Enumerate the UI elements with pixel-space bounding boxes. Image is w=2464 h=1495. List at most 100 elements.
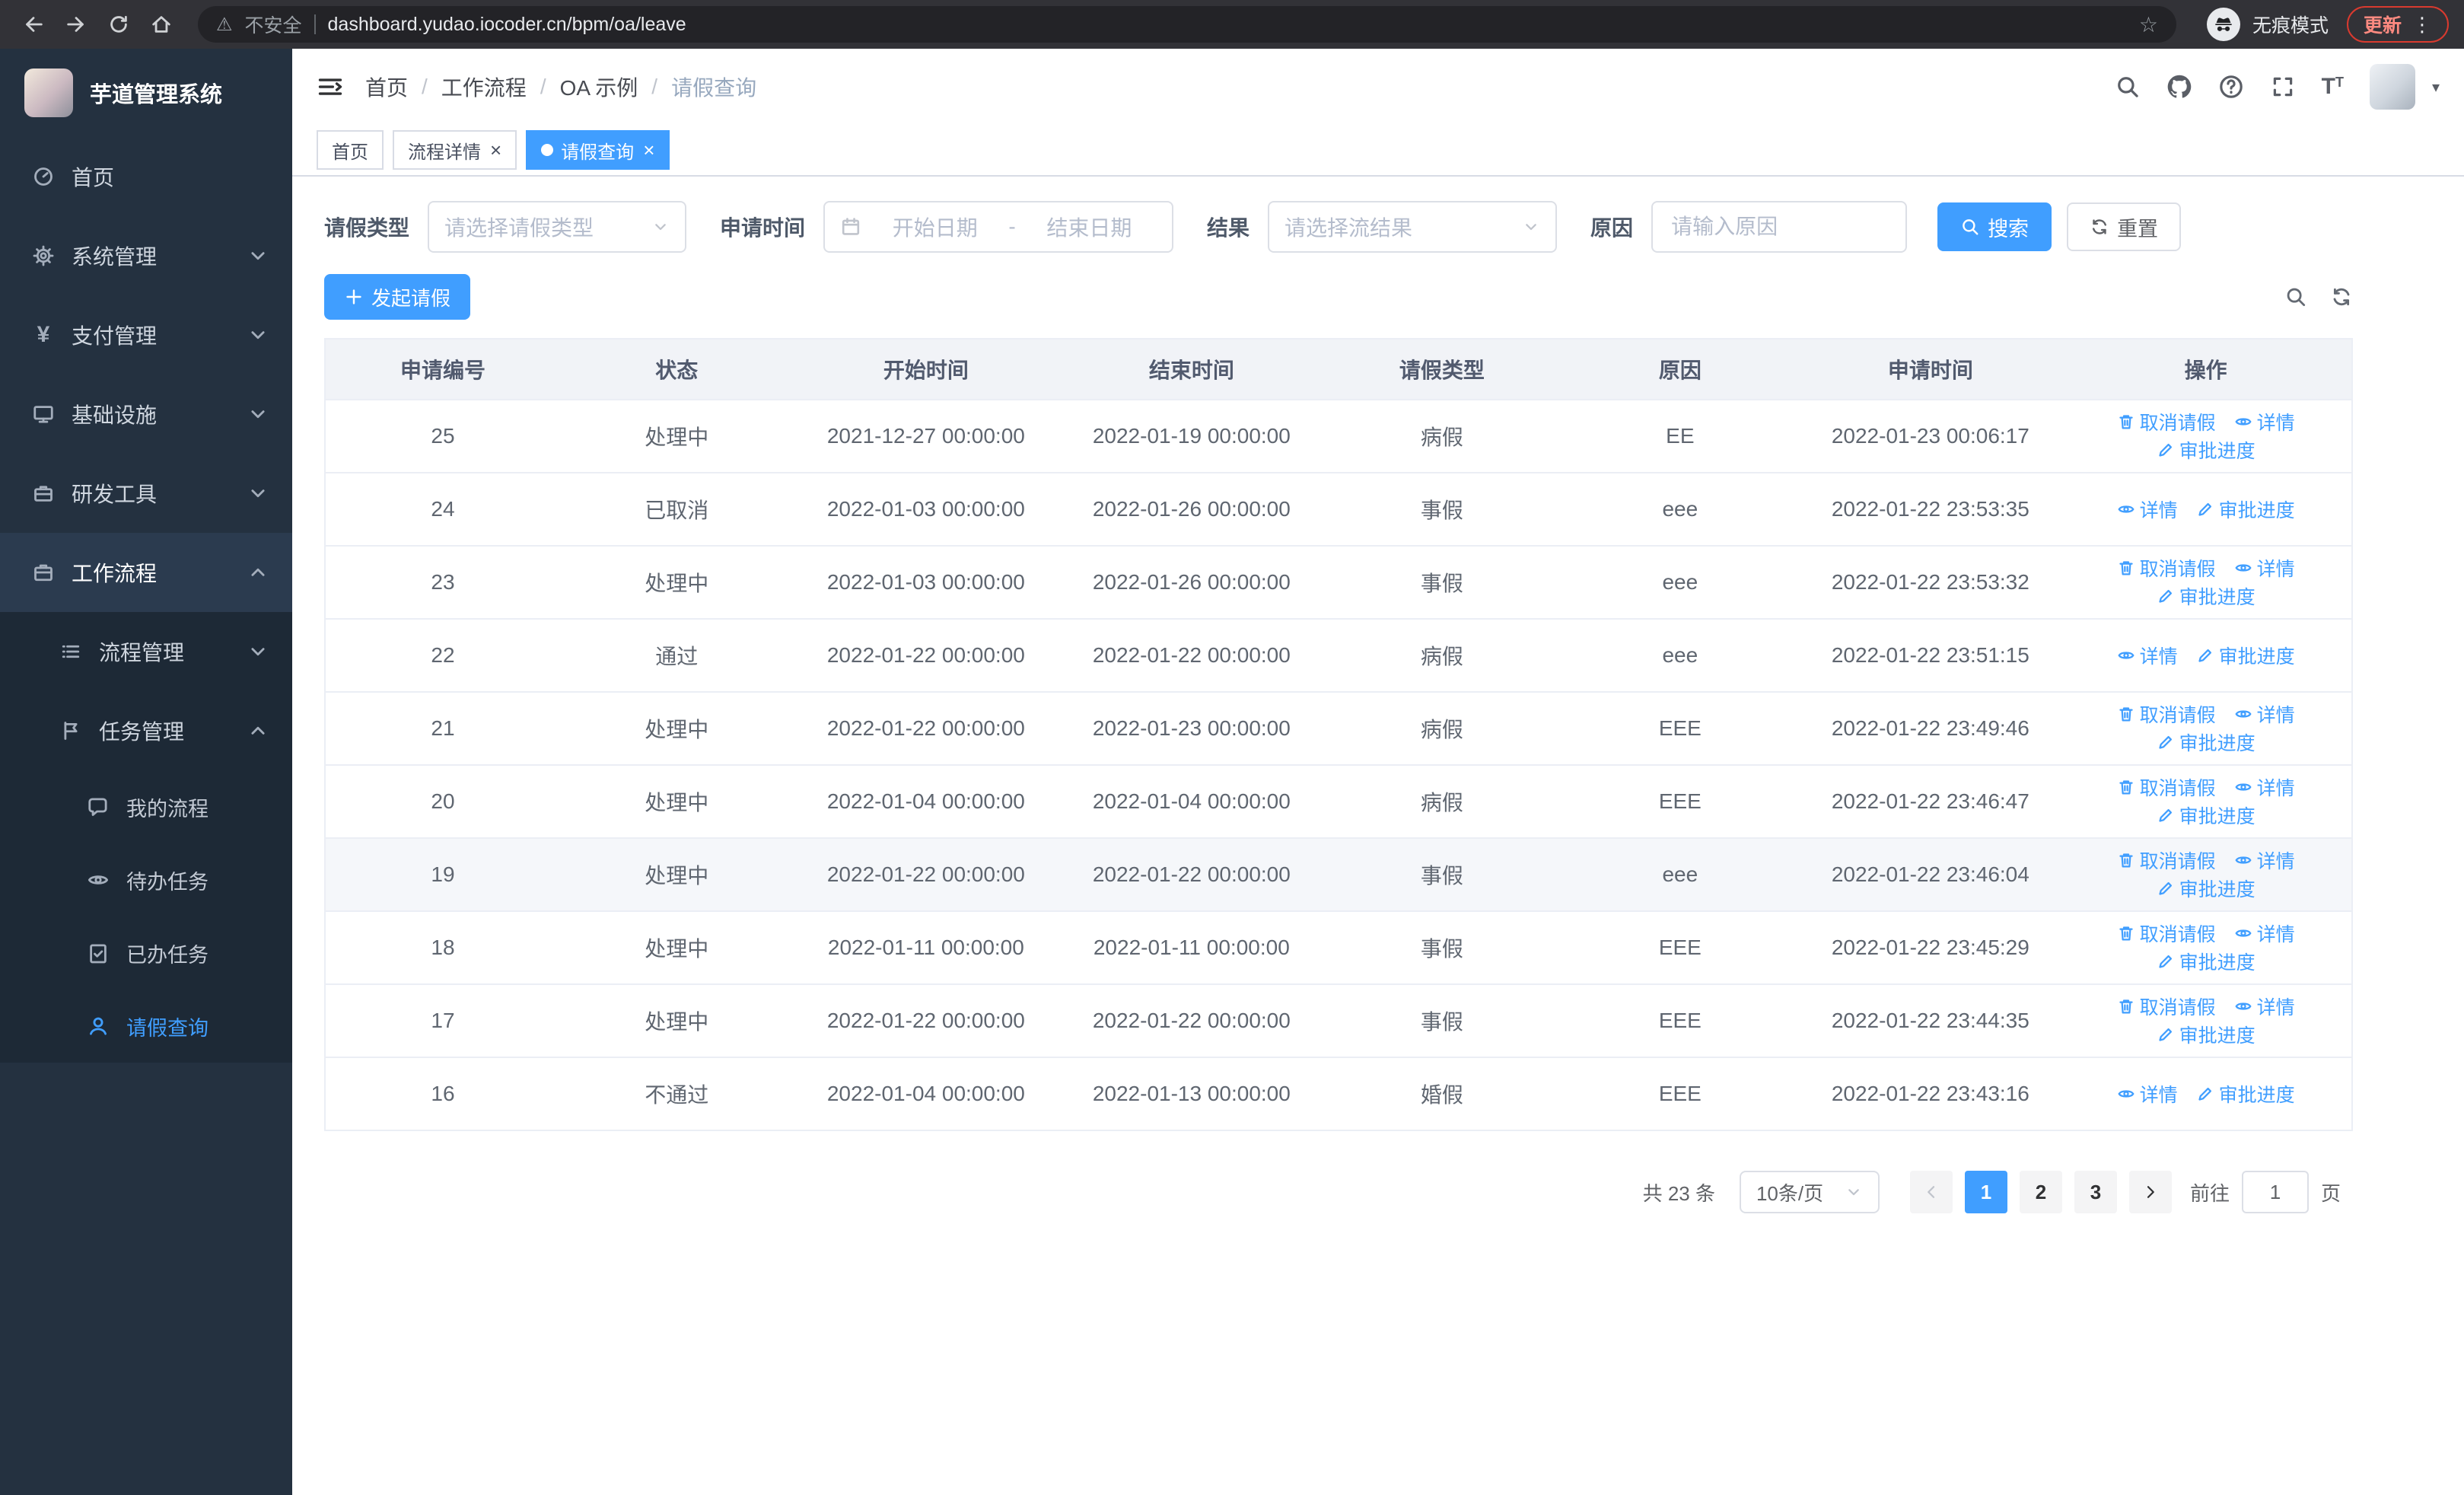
table-row[interactable]: 17 处理中 2022-01-22 00:00:00 2022-01-22 00:00… bbox=[325, 984, 2352, 1058]
edit-icon bbox=[2157, 879, 2175, 897]
action-approval-progress[interactable]: 审批进度 bbox=[2157, 948, 2255, 975]
result-placeholder: 请选择流结果 bbox=[1285, 216, 1413, 240]
action-detail[interactable]: 详情 bbox=[2234, 993, 2295, 1020]
bookmark-star-icon[interactable]: ☆ bbox=[2139, 12, 2158, 37]
table-row[interactable]: 23 处理中 2022-01-03 00:00:00 2022-01-26 00:00… bbox=[325, 546, 2352, 620]
action-detail[interactable]: 详情 bbox=[2234, 554, 2295, 582]
action-detail[interactable]: 详情 bbox=[2234, 700, 2295, 728]
action-cancel-leave[interactable]: 取消请假 bbox=[2117, 700, 2216, 728]
action-cancel-leave[interactable]: 取消请假 bbox=[2117, 993, 2216, 1020]
table-refresh-icon[interactable] bbox=[2330, 285, 2353, 308]
action-approval-progress[interactable]: 审批进度 bbox=[2157, 1021, 2255, 1048]
table-row[interactable]: 19 处理中 2022-01-22 00:00:00 2022-01-22 00:00… bbox=[325, 838, 2352, 912]
help-icon[interactable] bbox=[2218, 74, 2244, 100]
sidebar-item-home[interactable]: 首页 bbox=[0, 137, 292, 216]
table-row[interactable]: 16 不通过 2022-01-04 00:00:00 2022-01-13 00:00… bbox=[325, 1057, 2352, 1131]
action-approval-progress[interactable]: 审批进度 bbox=[2196, 1080, 2295, 1108]
action-approval-progress[interactable]: 审批进度 bbox=[2196, 642, 2295, 669]
goto-prefix: 前往 bbox=[2189, 1181, 2230, 1205]
action-approval-progress[interactable]: 审批进度 bbox=[2157, 875, 2255, 902]
next-page-button[interactable] bbox=[2128, 1171, 2172, 1213]
sidebar-item-leave-query[interactable]: 请假查询 bbox=[0, 990, 292, 1063]
sidebar-item-done-tasks[interactable]: 已办任务 bbox=[0, 916, 292, 990]
page-button-3[interactable]: 3 bbox=[2074, 1171, 2117, 1213]
back-icon[interactable] bbox=[15, 6, 52, 43]
tab-process-detail[interactable]: 流程详情 × bbox=[393, 130, 517, 170]
close-icon[interactable]: × bbox=[490, 139, 501, 162]
reset-button[interactable]: 重置 bbox=[2067, 202, 2182, 251]
leave-type-select[interactable]: 请选择请假类型 bbox=[428, 201, 687, 253]
goto-page-input[interactable] bbox=[2241, 1171, 2309, 1213]
font-size-icon[interactable]: TT bbox=[2322, 75, 2344, 98]
cell: EEE bbox=[1559, 911, 1801, 985]
kebab-menu-icon[interactable]: ⋮ bbox=[2412, 13, 2432, 37]
update-button[interactable]: 更新 ⋮ bbox=[2346, 6, 2449, 43]
table-row[interactable]: 22 通过 2022-01-22 00:00:00 2022-01-22 00:00:… bbox=[325, 619, 2352, 693]
reload-icon[interactable] bbox=[100, 6, 137, 43]
sidebar-item-system-management[interactable]: 系统管理 bbox=[0, 216, 292, 295]
page-button-2[interactable]: 2 bbox=[2019, 1171, 2062, 1213]
home-icon[interactable] bbox=[143, 6, 180, 43]
search-button[interactable]: 搜索 bbox=[1937, 202, 2052, 251]
action-cancel-leave[interactable]: 取消请假 bbox=[2117, 920, 2216, 947]
action-detail[interactable]: 详情 bbox=[2234, 920, 2295, 947]
action-approval-progress[interactable]: 审批进度 bbox=[2157, 728, 2255, 756]
table-row[interactable]: 24 已取消 2022-01-03 00:00:00 2022-01-26 00:00… bbox=[325, 473, 2352, 547]
result-select[interactable]: 请选择流结果 bbox=[1268, 201, 1558, 253]
action-approval-progress[interactable]: 审批进度 bbox=[2157, 802, 2255, 829]
action-detail[interactable]: 详情 bbox=[2117, 1080, 2178, 1108]
action-approval-progress[interactable]: 审批进度 bbox=[2157, 436, 2255, 464]
close-icon[interactable]: × bbox=[643, 139, 654, 162]
sidebar-item-infrastructure[interactable]: 基础设施 bbox=[0, 375, 292, 454]
search-icon[interactable] bbox=[2115, 74, 2141, 100]
caret-down-icon[interactable]: ▾ bbox=[2432, 78, 2440, 97]
action-detail[interactable]: 详情 bbox=[2234, 846, 2295, 874]
github-icon[interactable] bbox=[2166, 74, 2192, 100]
table-search-icon[interactable] bbox=[2284, 285, 2307, 308]
create-leave-button[interactable]: 发起请假 bbox=[324, 274, 471, 320]
reason-input[interactable] bbox=[1651, 201, 1908, 253]
table-row[interactable]: 21 处理中 2022-01-22 00:00:00 2022-01-23 00:00… bbox=[325, 692, 2352, 766]
breadcrumb-item[interactable]: 工作流程 bbox=[441, 72, 527, 102]
action-cancel-leave[interactable]: 取消请假 bbox=[2117, 554, 2216, 582]
app-title: 芋道管理系统 bbox=[90, 83, 223, 107]
action-detail[interactable]: 详情 bbox=[2234, 408, 2295, 435]
sidebar-item-dev-tools[interactable]: 研发工具 bbox=[0, 454, 292, 533]
page-button-1[interactable]: 1 bbox=[1964, 1171, 2007, 1213]
breadcrumb-item[interactable]: OA 示例 bbox=[560, 72, 638, 102]
table-row[interactable]: 18 处理中 2022-01-11 00:00:00 2022-01-11 00:00… bbox=[325, 911, 2352, 985]
sidebar-item-my-processes[interactable]: 我的流程 bbox=[0, 770, 292, 843]
action-approval-progress[interactable]: 审批进度 bbox=[2157, 582, 2255, 610]
page-size-select[interactable]: 10条/页 bbox=[1739, 1171, 1880, 1213]
trash-icon bbox=[2117, 559, 2135, 577]
fullscreen-icon[interactable] bbox=[2270, 74, 2296, 100]
logo[interactable]: 芋道管理系统 bbox=[0, 49, 292, 137]
tab-home[interactable]: 首页 bbox=[317, 130, 384, 170]
prev-page-button[interactable] bbox=[1909, 1171, 1953, 1213]
cell: 2022-01-22 00:00:00 bbox=[793, 619, 1059, 693]
address-bar[interactable]: ⚠ 不安全 dashboard.yudao.iocoder.cn/bpm/oa/… bbox=[198, 6, 2176, 43]
action-cancel-leave[interactable]: 取消请假 bbox=[2117, 846, 2216, 874]
sidebar-item-payment-management[interactable]: ¥ 支付管理 bbox=[0, 295, 292, 375]
forward-icon[interactable] bbox=[58, 6, 94, 43]
hamburger-menu-icon[interactable] bbox=[317, 73, 344, 100]
user-avatar[interactable] bbox=[2369, 64, 2415, 110]
table-row[interactable]: 25 处理中 2021-12-27 00:00:00 2022-01-19 00:00… bbox=[325, 400, 2352, 473]
sidebar-item-task-management[interactable]: 任务管理 bbox=[0, 691, 292, 770]
sidebar-item-process-management[interactable]: 流程管理 bbox=[0, 612, 292, 691]
action-cancel-leave[interactable]: 取消请假 bbox=[2117, 408, 2216, 435]
end-date-placeholder: 结束日期 bbox=[1046, 216, 1132, 240]
action-detail[interactable]: 详情 bbox=[2117, 642, 2178, 669]
sidebar-item-todo-tasks[interactable]: 待办任务 bbox=[0, 843, 292, 916]
tab-leave-query[interactable]: 请假查询 × bbox=[526, 130, 670, 170]
table-row[interactable]: 20 处理中 2022-01-04 00:00:00 2022-01-04 00:00… bbox=[325, 765, 2352, 839]
apply-time-range-picker[interactable]: 开始日期 - 结束日期 bbox=[823, 201, 1174, 253]
action-detail[interactable]: 详情 bbox=[2234, 773, 2295, 801]
action-detail[interactable]: 详情 bbox=[2117, 496, 2178, 523]
action-approval-progress[interactable]: 审批进度 bbox=[2196, 496, 2295, 523]
cell: eee bbox=[1559, 619, 1801, 693]
action-cancel-leave[interactable]: 取消请假 bbox=[2117, 773, 2216, 801]
sidebar-item-workflow[interactable]: 工作流程 bbox=[0, 533, 292, 612]
security-label[interactable]: 不安全 bbox=[245, 11, 302, 38]
breadcrumb-item[interactable]: 首页 bbox=[365, 72, 408, 102]
